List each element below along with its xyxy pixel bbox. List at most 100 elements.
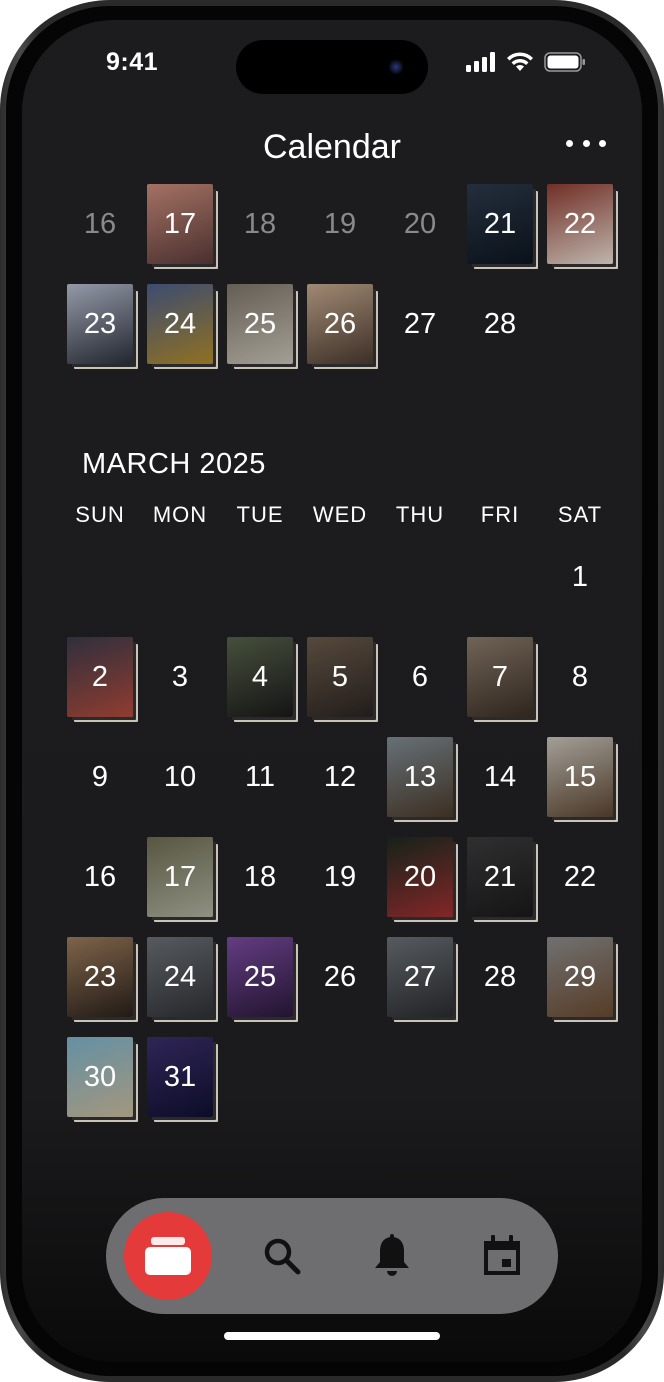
calendar-day[interactable]: 2 <box>60 633 140 721</box>
weekday-label: WED <box>312 502 368 527</box>
day-number: 28 <box>483 308 517 340</box>
weekday-label: THU <box>395 502 445 527</box>
calendar-week-row: 23 24 25 26 27 28 29 <box>60 933 620 1021</box>
calendar-day[interactable]: 24 <box>140 280 220 368</box>
calendar-day[interactable]: 5 <box>300 633 380 721</box>
day-number: 16 <box>83 208 117 240</box>
day-number: 11 <box>244 761 276 793</box>
calendar-day[interactable]: 18 <box>220 833 300 921</box>
status-time: 9:41 <box>106 48 159 76</box>
calendar-day[interactable]: 19 <box>300 833 380 921</box>
calendar-day[interactable]: 28 <box>460 280 540 368</box>
day-number: 29 <box>563 961 597 993</box>
day-number: 9 <box>91 761 109 793</box>
calendar-day[interactable]: 20 <box>380 833 460 921</box>
weekday-label: MON <box>152 502 208 527</box>
tab-bar <box>106 1198 558 1314</box>
bell-icon <box>375 1234 409 1276</box>
day-number: 15 <box>563 761 597 793</box>
calendar-day[interactable]: 23 <box>60 933 140 1021</box>
calendar-day[interactable]: 31 <box>140 1033 220 1121</box>
calendar-day[interactable]: 17 <box>140 180 220 268</box>
day-number: 13 <box>403 761 437 793</box>
day-number: 2 <box>91 661 109 693</box>
calendar-day[interactable]: 22 <box>540 180 620 268</box>
calendar-day[interactable]: 22 <box>540 833 620 921</box>
calendar-day[interactable]: 26 <box>300 933 380 1021</box>
camera-icon <box>388 59 404 75</box>
calendar-day[interactable]: 23 <box>60 280 140 368</box>
calendar-week-row: 30 31 <box>60 1033 620 1121</box>
calendar-day[interactable]: 15 <box>540 733 620 821</box>
day-number: 18 <box>243 861 277 893</box>
ellipsis-icon[interactable] <box>566 140 606 150</box>
day-number: 24 <box>163 308 197 340</box>
calendar-day[interactable]: 9 <box>60 733 140 821</box>
calendar-day[interactable]: 30 <box>60 1033 140 1121</box>
weekday-label: FRI <box>480 502 520 527</box>
calendar-day[interactable]: 21 <box>460 833 540 921</box>
signal-icon <box>466 52 495 72</box>
day-number: 23 <box>83 961 117 993</box>
calendar-day[interactable]: 28 <box>460 933 540 1021</box>
calendar-week-row: 23 24 25 26 27 28 <box>60 280 620 368</box>
calendar-day[interactable]: 4 <box>220 633 300 721</box>
day-number: 19 <box>323 208 357 240</box>
search-icon <box>264 1238 301 1275</box>
calendar-day[interactable]: 10 <box>140 733 220 821</box>
calendar-icon <box>484 1235 520 1275</box>
calendar-day[interactable]: 16 <box>60 180 140 268</box>
calendar-week-row: 16 17 18 19 20 21 22 <box>60 833 620 921</box>
day-number: 23 <box>83 308 117 340</box>
day-number: 10 <box>163 761 197 793</box>
calendar-day[interactable]: 29 <box>540 933 620 1021</box>
calendar-day[interactable]: 13 <box>380 733 460 821</box>
calendar-day[interactable]: 25 <box>220 933 300 1021</box>
active-tab-highlight <box>124 1212 212 1300</box>
calendar-day[interactable]: 8 <box>540 633 620 721</box>
day-number: 4 <box>251 661 269 693</box>
calendar-day[interactable]: 17 <box>140 833 220 921</box>
calendar-day[interactable]: 11 <box>220 733 300 821</box>
day-number: 17 <box>163 861 197 893</box>
day-number: 25 <box>243 961 277 993</box>
day-number: 12 <box>323 761 357 793</box>
home-indicator <box>224 1332 440 1340</box>
day-number: 25 <box>243 308 277 340</box>
calendar-day[interactable]: 1 <box>540 533 620 621</box>
battery-icon <box>544 52 585 72</box>
day-number: 6 <box>411 661 429 693</box>
calendar-day[interactable]: 16 <box>60 833 140 921</box>
calendar-day[interactable]: 27 <box>380 933 460 1021</box>
tab-notifications[interactable] <box>348 1198 436 1314</box>
tab-search[interactable] <box>238 1198 326 1314</box>
calendar-week-row: 1 <box>60 533 620 621</box>
calendar-day[interactable]: 24 <box>140 933 220 1021</box>
calendar-day[interactable]: 7 <box>460 633 540 721</box>
calendar-day[interactable]: 6 <box>380 633 460 721</box>
day-number: 27 <box>403 308 437 340</box>
day-number: 27 <box>403 961 437 993</box>
day-number: 30 <box>83 1061 117 1093</box>
status-icons <box>466 52 586 72</box>
calendar-day[interactable]: 26 <box>300 280 380 368</box>
calendar-day[interactable]: 19 <box>300 180 380 268</box>
day-number: 20 <box>403 208 437 240</box>
calendar-day[interactable]: 25 <box>220 280 300 368</box>
dynamic-island <box>236 40 428 94</box>
calendar-day[interactable]: 12 <box>300 733 380 821</box>
calendar-week-row: 16 17 18 19 20 21 22 <box>60 180 620 268</box>
month-title: MARCH 2025 <box>82 448 266 480</box>
day-number: 16 <box>83 861 117 893</box>
calendar-day[interactable]: 14 <box>460 733 540 821</box>
day-number: 18 <box>243 208 277 240</box>
calendar-day[interactable]: 21 <box>460 180 540 268</box>
calendar-day[interactable]: 27 <box>380 280 460 368</box>
tab-feed[interactable] <box>124 1198 212 1314</box>
day-number: 22 <box>563 861 597 893</box>
calendar-day[interactable]: 3 <box>140 633 220 721</box>
calendar-day[interactable]: 18 <box>220 180 300 268</box>
calendar-day[interactable]: 20 <box>380 180 460 268</box>
tab-calendar[interactable] <box>458 1198 546 1314</box>
day-number: 28 <box>483 961 517 993</box>
